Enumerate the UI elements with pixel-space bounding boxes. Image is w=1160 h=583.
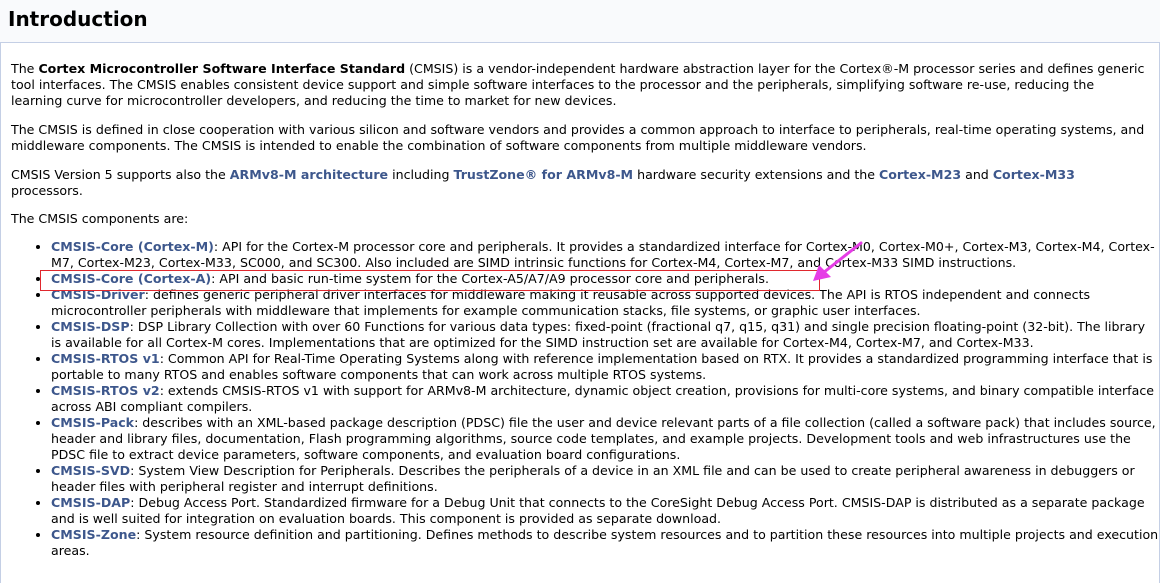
intro-text: The bbox=[11, 61, 39, 76]
list-item-text: : Common API for Real-Time Operating Sys… bbox=[51, 351, 1153, 382]
link-cmsis-rtos-v2[interactable]: CMSIS-RTOS v2 bbox=[51, 383, 160, 398]
link-cmsis-pack[interactable]: CMSIS-Pack bbox=[51, 415, 134, 430]
link-cortex-m33[interactable]: Cortex-M33 bbox=[993, 167, 1075, 182]
list-item: CMSIS-RTOS v1: Common API for Real-Time … bbox=[51, 351, 1159, 383]
page-header: Introduction bbox=[0, 0, 1160, 43]
version-text: and bbox=[961, 167, 993, 182]
list-item: CMSIS-Core (Cortex-M): API for the Corte… bbox=[51, 239, 1159, 271]
list-item-text: : defines generic peripheral driver inte… bbox=[51, 287, 1091, 318]
highlight-box bbox=[40, 270, 820, 291]
list-item: CMSIS-RTOS v2: extends CMSIS-RTOS v1 wit… bbox=[51, 383, 1159, 415]
version-paragraph: CMSIS Version 5 supports also the ARMv8-… bbox=[11, 167, 1147, 199]
list-item: CMSIS-DSP: DSP Library Collection with o… bbox=[51, 319, 1159, 351]
link-cmsis-dsp[interactable]: CMSIS-DSP bbox=[51, 319, 130, 334]
intro-paragraph-2: The CMSIS is defined in close cooperatio… bbox=[11, 122, 1145, 153]
list-item: CMSIS-Driver: defines generic peripheral… bbox=[51, 287, 1159, 319]
list-item-text: : Debug Access Port. Standardized firmwa… bbox=[51, 495, 1145, 526]
list-item-text: : extends CMSIS-RTOS v1 with support for… bbox=[51, 383, 1155, 414]
link-cmsis-rtos-v1[interactable]: CMSIS-RTOS v1 bbox=[51, 351, 160, 366]
link-cmsis-zone[interactable]: CMSIS-Zone bbox=[51, 527, 136, 542]
link-trustzone[interactable]: TrustZone® for ARMv8-M bbox=[453, 167, 633, 182]
list-item-text: : System View Description for Peripheral… bbox=[51, 463, 1135, 494]
cmsis-full-name: Cortex Microcontroller Software Interfac… bbox=[38, 61, 406, 76]
link-cmsis-core-m[interactable]: CMSIS-Core (Cortex-M) bbox=[51, 239, 214, 254]
version-text: hardware security extensions and the bbox=[633, 167, 880, 182]
list-item: CMSIS-Pack: describes with an XML-based … bbox=[51, 415, 1159, 463]
list-item: CMSIS-Zone: System resource definition a… bbox=[51, 527, 1159, 559]
version-text: processors. bbox=[11, 183, 83, 198]
intro-paragraph-1: The Cortex Microcontroller Software Inte… bbox=[11, 61, 1147, 109]
link-cmsis-dap[interactable]: CMSIS-DAP bbox=[51, 495, 130, 510]
content-area: The Cortex Microcontroller Software Inte… bbox=[0, 43, 1160, 583]
page-title: Introduction bbox=[8, 7, 148, 31]
arrow-annotation-icon bbox=[813, 241, 863, 281]
version-text: CMSIS Version 5 supports also the bbox=[11, 167, 230, 182]
link-armv8m-architecture[interactable]: ARMv8-M architecture bbox=[230, 167, 388, 182]
list-item: CMSIS-DAP: Debug Access Port. Standardiz… bbox=[51, 495, 1159, 527]
version-text: including bbox=[388, 167, 454, 182]
list-item-text: : System resource definition and partiti… bbox=[51, 527, 1159, 558]
link-cmsis-svd[interactable]: CMSIS-SVD bbox=[51, 463, 130, 478]
list-item-text: : API for the Cortex-M processor core an… bbox=[51, 239, 1155, 270]
link-cortex-m23[interactable]: Cortex-M23 bbox=[879, 167, 961, 182]
list-item: CMSIS-SVD: System View Description for P… bbox=[51, 463, 1159, 495]
list-item-text: : DSP Library Collection with over 60 Fu… bbox=[51, 319, 1146, 350]
list-item-text: : describes with an XML-based package de… bbox=[51, 415, 1156, 462]
components-heading: The CMSIS components are: bbox=[11, 211, 189, 226]
